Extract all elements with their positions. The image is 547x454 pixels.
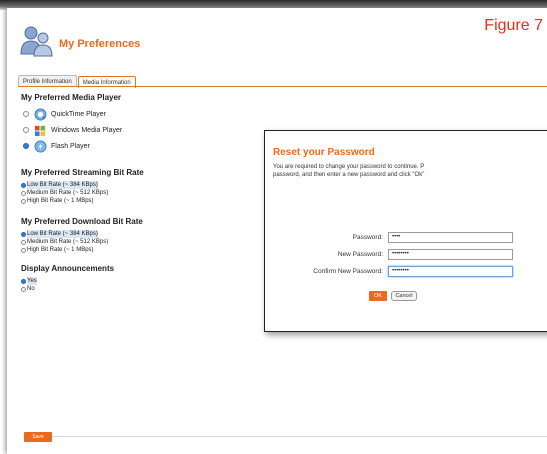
new-password-label: New Password: (337, 251, 383, 258)
streaming-bitrate-heading: My Preferred Streaming Bit Rate (21, 168, 144, 177)
download-bitrate-heading: My Preferred Download Bit Rate (21, 217, 143, 226)
streaming-high-option[interactable]: High Bit Rate (~ 1 MBps) (21, 197, 281, 205)
tab-underline (18, 86, 547, 87)
quicktime-radio[interactable] (23, 111, 29, 117)
download-low-radio[interactable] (21, 231, 26, 237)
announcements-yes-radio[interactable] (21, 278, 26, 284)
cancel-button[interactable]: Cancel (391, 291, 417, 301)
download-low-label: Low Bit Rate (~ 384 KBps) (27, 230, 98, 238)
download-medium-radio[interactable] (21, 239, 26, 245)
announcements-no-label: No (27, 286, 35, 292)
users-icon (20, 26, 53, 57)
dialog-title: Reset your Password (273, 147, 375, 158)
download-high-radio[interactable] (21, 247, 26, 253)
streaming-medium-label: Medium Bit Rate (~ 512 KBps) (27, 190, 109, 196)
reset-password-dialog: Reset your Password You are required to … (264, 130, 547, 332)
announcements-no-option[interactable]: No (21, 285, 281, 293)
download-medium-option[interactable]: Medium Bit Rate (~ 512 KBps) (21, 238, 281, 246)
page-header: My Preferences (19, 24, 419, 64)
streaming-high-radio[interactable] (21, 198, 26, 204)
announcements-no-radio[interactable] (21, 286, 26, 292)
windows-media-radio[interactable] (23, 127, 29, 133)
download-high-label: High Bit Rate (~ 1 MBps) (27, 247, 94, 253)
windows-media-icon (34, 125, 46, 136)
announcements-heading: Display Announcements (21, 264, 115, 273)
streaming-low-radio[interactable] (21, 182, 26, 188)
page-title: My Preferences (59, 38, 141, 50)
media-player-option-quicktime[interactable]: QuickTime Player (23, 106, 281, 122)
streaming-bitrate-group: My Preferred Streaming Bit Rate Low Bit … (21, 168, 281, 205)
dialog-description: You are required to change your password… (273, 163, 547, 179)
streaming-medium-radio[interactable] (21, 190, 26, 196)
confirm-password-label: Confirm New Password: (313, 268, 383, 275)
announcements-group: Display Announcements Yes No (21, 264, 281, 293)
download-low-option[interactable]: Low Bit Rate (~ 384 KBps) (21, 230, 281, 238)
password-label: Password: (352, 234, 383, 241)
streaming-medium-option[interactable]: Medium Bit Rate (~ 512 KBps) (21, 189, 281, 197)
announcements-yes-option[interactable]: Yes (21, 277, 281, 285)
streaming-low-option[interactable]: Low Bit Rate (~ 384 KBps) (21, 181, 281, 189)
quicktime-icon (34, 108, 47, 120)
new-password-row: New Password: •••••••• (265, 249, 547, 261)
password-row: Password: •••• (265, 232, 547, 244)
media-preferences-panel: My Preferred Media Player QuickTime Play… (21, 93, 281, 293)
dialog-description-line-1: You are required to change your password… (273, 164, 425, 170)
ok-button[interactable]: OK (369, 291, 387, 301)
confirm-password-field[interactable]: •••••••• (388, 266, 513, 277)
figure-label: Figure 7 (484, 17, 543, 34)
download-bitrate-group: My Preferred Download Bit Rate Low Bit R… (21, 217, 281, 254)
streaming-low-label: Low Bit Rate (~ 384 KBps) (27, 181, 98, 189)
windows-media-label: Windows Media Player (51, 126, 123, 134)
confirm-password-row: Confirm New Password: •••••••• (265, 266, 547, 278)
media-player-heading: My Preferred Media Player (21, 93, 122, 102)
announcements-yes-label: Yes (27, 277, 37, 285)
media-player-option-windows-media[interactable]: Windows Media Player (23, 122, 281, 138)
flash-icon (34, 140, 47, 152)
download-high-option[interactable]: High Bit Rate (~ 1 MBps) (21, 246, 281, 254)
quicktime-label: QuickTime Player (51, 110, 106, 118)
download-medium-label: Medium Bit Rate (~ 512 KBps) (27, 239, 109, 245)
media-player-option-flash[interactable]: Flash Player (23, 138, 281, 154)
new-password-field[interactable]: •••••••• (388, 249, 513, 260)
streaming-high-label: High Bit Rate (~ 1 MBps) (27, 198, 94, 204)
tab-bar: Profile Information Media Information (18, 70, 137, 88)
dialog-description-line-2: password, and then enter a new password … (273, 172, 425, 178)
password-field[interactable]: •••• (388, 232, 513, 243)
save-button[interactable]: Save (24, 432, 52, 442)
flash-label: Flash Player (51, 142, 90, 150)
flash-radio[interactable] (23, 143, 29, 149)
footer-divider (23, 436, 547, 437)
